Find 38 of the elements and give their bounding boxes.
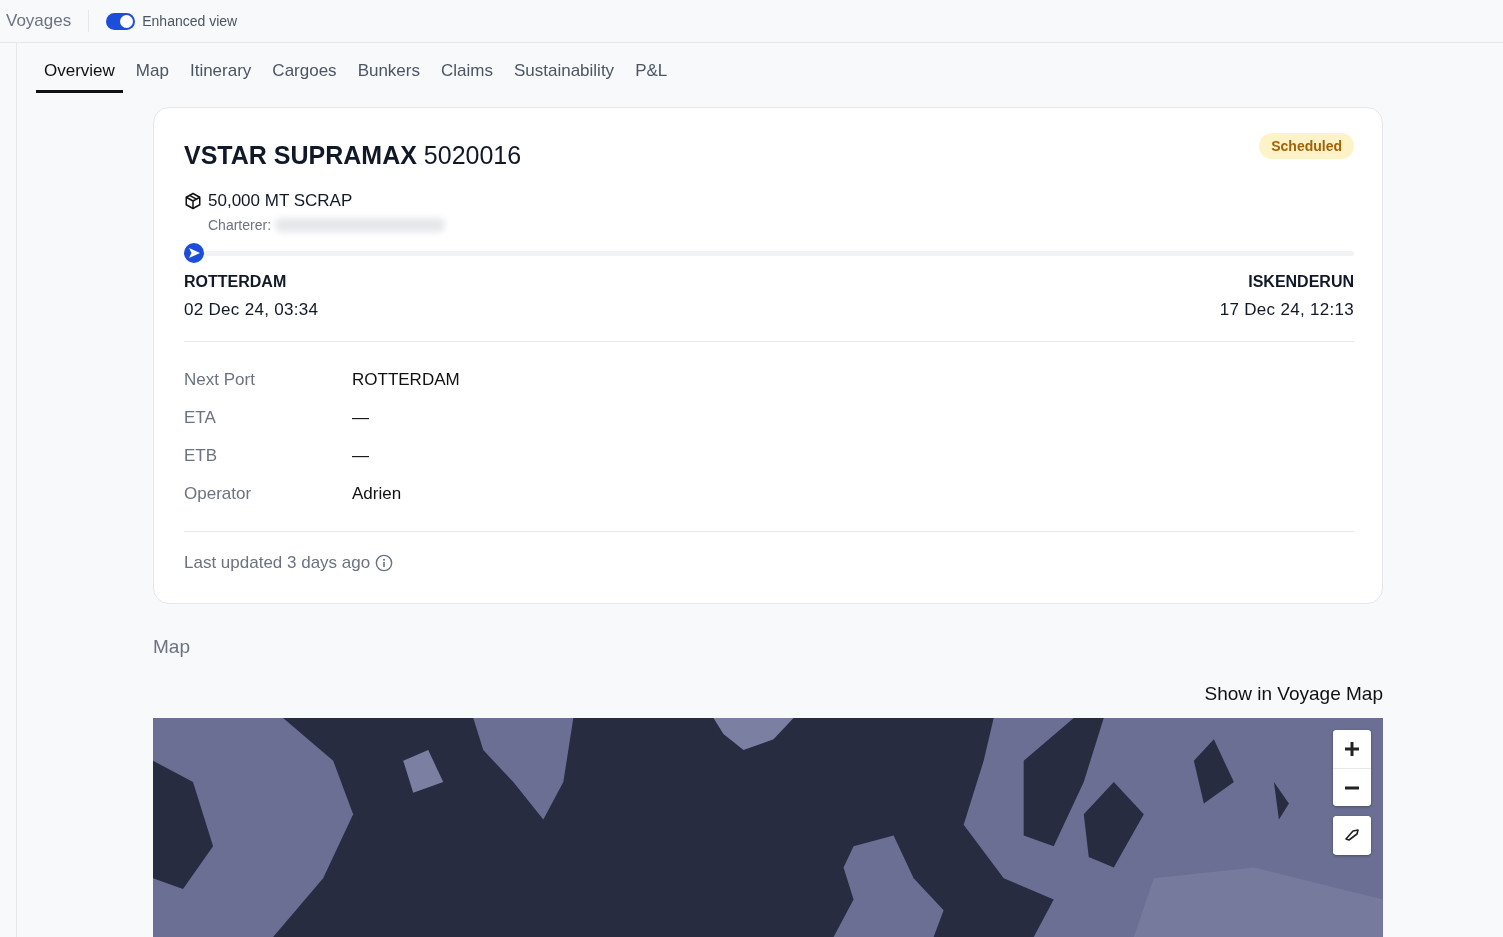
detail-label: ETA: [184, 408, 217, 428]
tab[interactable]: Map: [127, 59, 177, 93]
detail-label: Next Port: [184, 370, 256, 390]
origin-port: ROTTERDAM: [184, 273, 288, 291]
detail-value: —: [352, 408, 369, 428]
zoom-in-icon: [1344, 741, 1360, 757]
detail-value: ROTTERDAM: [352, 370, 460, 390]
detail-value: —: [352, 446, 369, 466]
zoom-in-button[interactable]: [1333, 730, 1371, 768]
cargo-text: 50,000 MT SCRAP: [208, 191, 353, 211]
page-title: Voyages: [6, 10, 90, 32]
zoom-out-button[interactable]: [1333, 768, 1371, 806]
charterer-label: Charterer:: [208, 217, 272, 233]
tab[interactable]: Bunkers: [349, 59, 428, 93]
info-icon[interactable]: [375, 554, 394, 572]
detail-value: Adrien: [352, 484, 402, 504]
last-updated-text: Last updated 3 days ago: [184, 553, 371, 573]
vessel-button[interactable]: [1333, 816, 1371, 854]
tab[interactable]: P&L: [627, 59, 676, 93]
vessel-title: VSTAR SUPRAMAX 5020016: [184, 141, 522, 170]
tab[interactable]: Claims: [433, 59, 501, 93]
detail-label: Operator: [184, 484, 253, 504]
tab[interactable]: Overview: [36, 59, 123, 93]
section-heading: Map: [153, 636, 191, 658]
zoom-out-icon: [1344, 785, 1360, 790]
departure-time: 02 Dec 24, 03:34: [184, 300, 319, 320]
destination-port: ISKENDERUN: [1247, 273, 1354, 291]
ship-icon: [1345, 829, 1359, 841]
status-badge: Scheduled: [1259, 133, 1354, 159]
arrival-time: 17 Dec 24, 12:13: [1219, 300, 1354, 320]
enhanced-view-toggle[interactable]: [106, 12, 136, 30]
voyage-map-link[interactable]: Show in Voyage Map: [1204, 683, 1383, 705]
toggle-label: Enhanced view: [142, 13, 238, 29]
tab[interactable]: Itinerary: [181, 59, 260, 93]
tab[interactable]: Sustainability: [505, 59, 623, 93]
tab[interactable]: Cargoes: [264, 59, 345, 93]
detail-label: ETB: [184, 446, 219, 466]
package-icon: [184, 192, 202, 210]
